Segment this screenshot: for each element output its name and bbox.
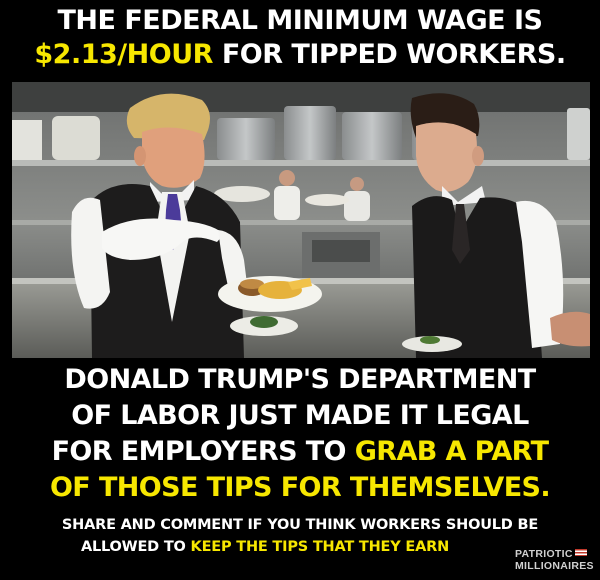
call-to-action: SHARE AND COMMENT IF YOU THINK WORKERS S… bbox=[0, 514, 600, 558]
flag-icon bbox=[574, 549, 587, 556]
logo-line-1: PATRIOTIC bbox=[515, 548, 597, 560]
call-to-action-line-2: ALLOWED TO KEEP THE TIPS THAT THEY EARN bbox=[81, 536, 449, 558]
call-to-action-line-2-plain: ALLOWED TO bbox=[80, 539, 191, 555]
headline-bottom-line-1: DONALD TRUMP'S DEPARTMENT bbox=[64, 364, 536, 395]
headline-top-line-1: THE FEDERAL MINIMUM WAGE IS bbox=[57, 5, 543, 36]
grab-tips-highlight: GRAB A PART bbox=[354, 436, 549, 467]
kitchen-photo bbox=[12, 82, 590, 358]
call-to-action-line-1: SHARE AND COMMENT IF YOU THINK WORKERS S… bbox=[61, 517, 539, 533]
logo-line-2: MILLIONAIRES bbox=[515, 560, 594, 572]
wage-amount-highlight: $2.13/HOUR bbox=[34, 39, 213, 70]
headline-bottom-line-3-plain: FOR EMPLOYERS TO bbox=[51, 436, 355, 467]
headline-top-line-2: $2.13/HOUR FOR TIPPED WORKERS. bbox=[0, 38, 600, 72]
headline-top: THE FEDERAL MINIMUM WAGE IS $2.13/HOUR F… bbox=[0, 4, 600, 72]
headline-top-line-2-rest: FOR TIPPED WORKERS. bbox=[212, 39, 566, 70]
headline-bottom: DONALD TRUMP'S DEPARTMENT OF LABOR JUST … bbox=[0, 362, 600, 506]
patriotic-millionaires-logo: PATRIOTIC MILLIONAIRES bbox=[515, 548, 597, 572]
headline-bottom-line-2: OF LABOR JUST MADE IT LEGAL bbox=[71, 400, 529, 431]
headline-bottom-line-3: FOR EMPLOYERS TO GRAB A PART bbox=[0, 434, 600, 470]
keep-tips-highlight: KEEP THE TIPS THAT THEY EARN bbox=[190, 539, 450, 555]
headline-bottom-line-4: OF THOSE TIPS FOR THEMSELVES. bbox=[49, 472, 551, 503]
kitchen-scene-image bbox=[12, 82, 590, 358]
